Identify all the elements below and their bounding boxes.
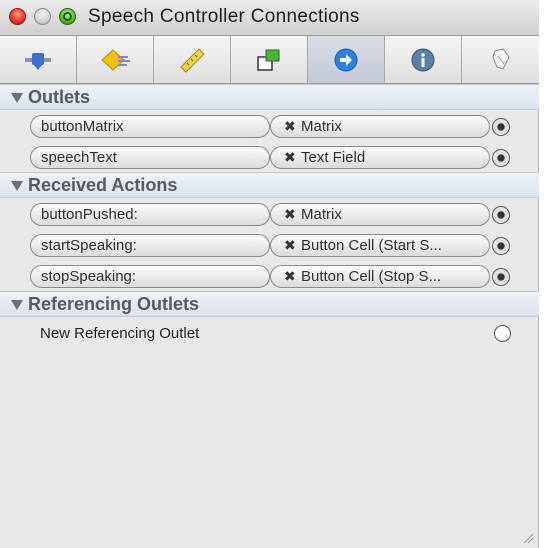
new-referencing-outlet-row: New Referencing Outlet xyxy=(0,317,539,349)
tab-attributes[interactable] xyxy=(0,36,77,83)
connected-dot-icon[interactable] xyxy=(492,206,510,224)
disconnect-x-icon[interactable]: ✖ xyxy=(284,266,296,287)
connection-target-pill[interactable]: ✖ Button Cell (Start S... xyxy=(270,234,490,257)
disconnect-x-icon[interactable]: ✖ xyxy=(284,116,296,137)
resize-grip-icon[interactable] xyxy=(522,532,534,544)
target-label: Button Cell (Start S... xyxy=(301,237,442,254)
disconnect-x-icon[interactable]: ✖ xyxy=(284,235,296,256)
connection-target-pill[interactable]: ✖ Matrix xyxy=(270,115,490,138)
action-name-pill[interactable]: startSpeaking: xyxy=(30,234,270,257)
connection-row: buttonMatrix ✖ Matrix xyxy=(0,110,539,141)
connections-inspector-window: Speech Controller Connections Outlets bu… xyxy=(0,0,539,548)
section-header-outlets[interactable]: Outlets xyxy=(0,84,539,110)
info-icon xyxy=(411,48,435,71)
connected-dot-icon[interactable] xyxy=(492,268,510,286)
zoom-button[interactable] xyxy=(59,8,76,25)
title-bar[interactable]: Speech Controller Connections xyxy=(0,0,539,36)
connected-dot-icon[interactable] xyxy=(492,149,510,167)
target-label: Text Field xyxy=(301,149,366,166)
identity-icon xyxy=(491,47,510,70)
section-title: Outlets xyxy=(28,87,91,107)
inspector-toolbar xyxy=(0,36,539,84)
effects-icon xyxy=(101,48,130,71)
connected-dot-icon[interactable] xyxy=(492,118,510,136)
connection-target-pill[interactable]: ✖ Matrix xyxy=(270,203,490,226)
tab-size[interactable] xyxy=(154,36,231,83)
section-header-referencing-outlets[interactable]: Referencing Outlets xyxy=(0,291,539,317)
disclosure-triangle-icon[interactable] xyxy=(11,300,23,310)
connection-target-pill[interactable]: ✖ Text Field xyxy=(270,146,490,169)
action-name-pill[interactable]: stopSpeaking: xyxy=(30,265,270,288)
tab-effects[interactable] xyxy=(77,36,154,83)
size-ruler-icon xyxy=(180,47,205,73)
connected-dot-icon[interactable] xyxy=(492,237,510,255)
section-header-received-actions[interactable]: Received Actions xyxy=(0,172,539,198)
connection-row: stopSpeaking: ✖ Button Cell (Stop S... xyxy=(0,260,539,291)
disconnect-x-icon[interactable]: ✖ xyxy=(284,204,296,225)
bindings-icon xyxy=(257,49,280,71)
disclosure-triangle-icon[interactable] xyxy=(11,181,23,191)
outlet-name-pill[interactable]: buttonMatrix xyxy=(30,115,270,138)
tab-bindings[interactable] xyxy=(231,36,308,83)
section-title: Received Actions xyxy=(28,175,178,195)
target-label: Matrix xyxy=(301,118,342,135)
window-title: Speech Controller Connections xyxy=(88,6,360,27)
connections-list: Outlets buttonMatrix ✖ Matrix speechText… xyxy=(0,84,539,349)
connection-target-pill[interactable]: ✖ Button Cell (Stop S... xyxy=(270,265,490,288)
disconnect-x-icon[interactable]: ✖ xyxy=(284,147,296,168)
tab-info[interactable] xyxy=(385,36,462,83)
target-label: Matrix xyxy=(301,206,342,223)
section-title: Referencing Outlets xyxy=(28,294,200,314)
empty-connection-circle-icon[interactable] xyxy=(494,325,511,342)
new-referencing-outlet-label: New Referencing Outlet xyxy=(40,325,200,342)
close-button[interactable] xyxy=(9,8,26,25)
connections-icon xyxy=(334,48,358,71)
action-name-pill[interactable]: buttonPushed: xyxy=(30,203,270,226)
connection-row: startSpeaking: ✖ Button Cell (Start S... xyxy=(0,229,539,260)
connection-row: speechText ✖ Text Field xyxy=(0,141,539,172)
connection-row: buttonPushed: ✖ Matrix xyxy=(0,198,539,229)
attributes-icon xyxy=(25,52,51,70)
tab-connections[interactable] xyxy=(308,36,385,83)
target-label: Button Cell (Stop S... xyxy=(301,268,442,285)
disclosure-triangle-icon[interactable] xyxy=(11,93,23,103)
minimize-button[interactable] xyxy=(34,8,51,25)
tab-identity[interactable] xyxy=(462,36,539,83)
outlet-name-pill[interactable]: speechText xyxy=(30,146,270,169)
